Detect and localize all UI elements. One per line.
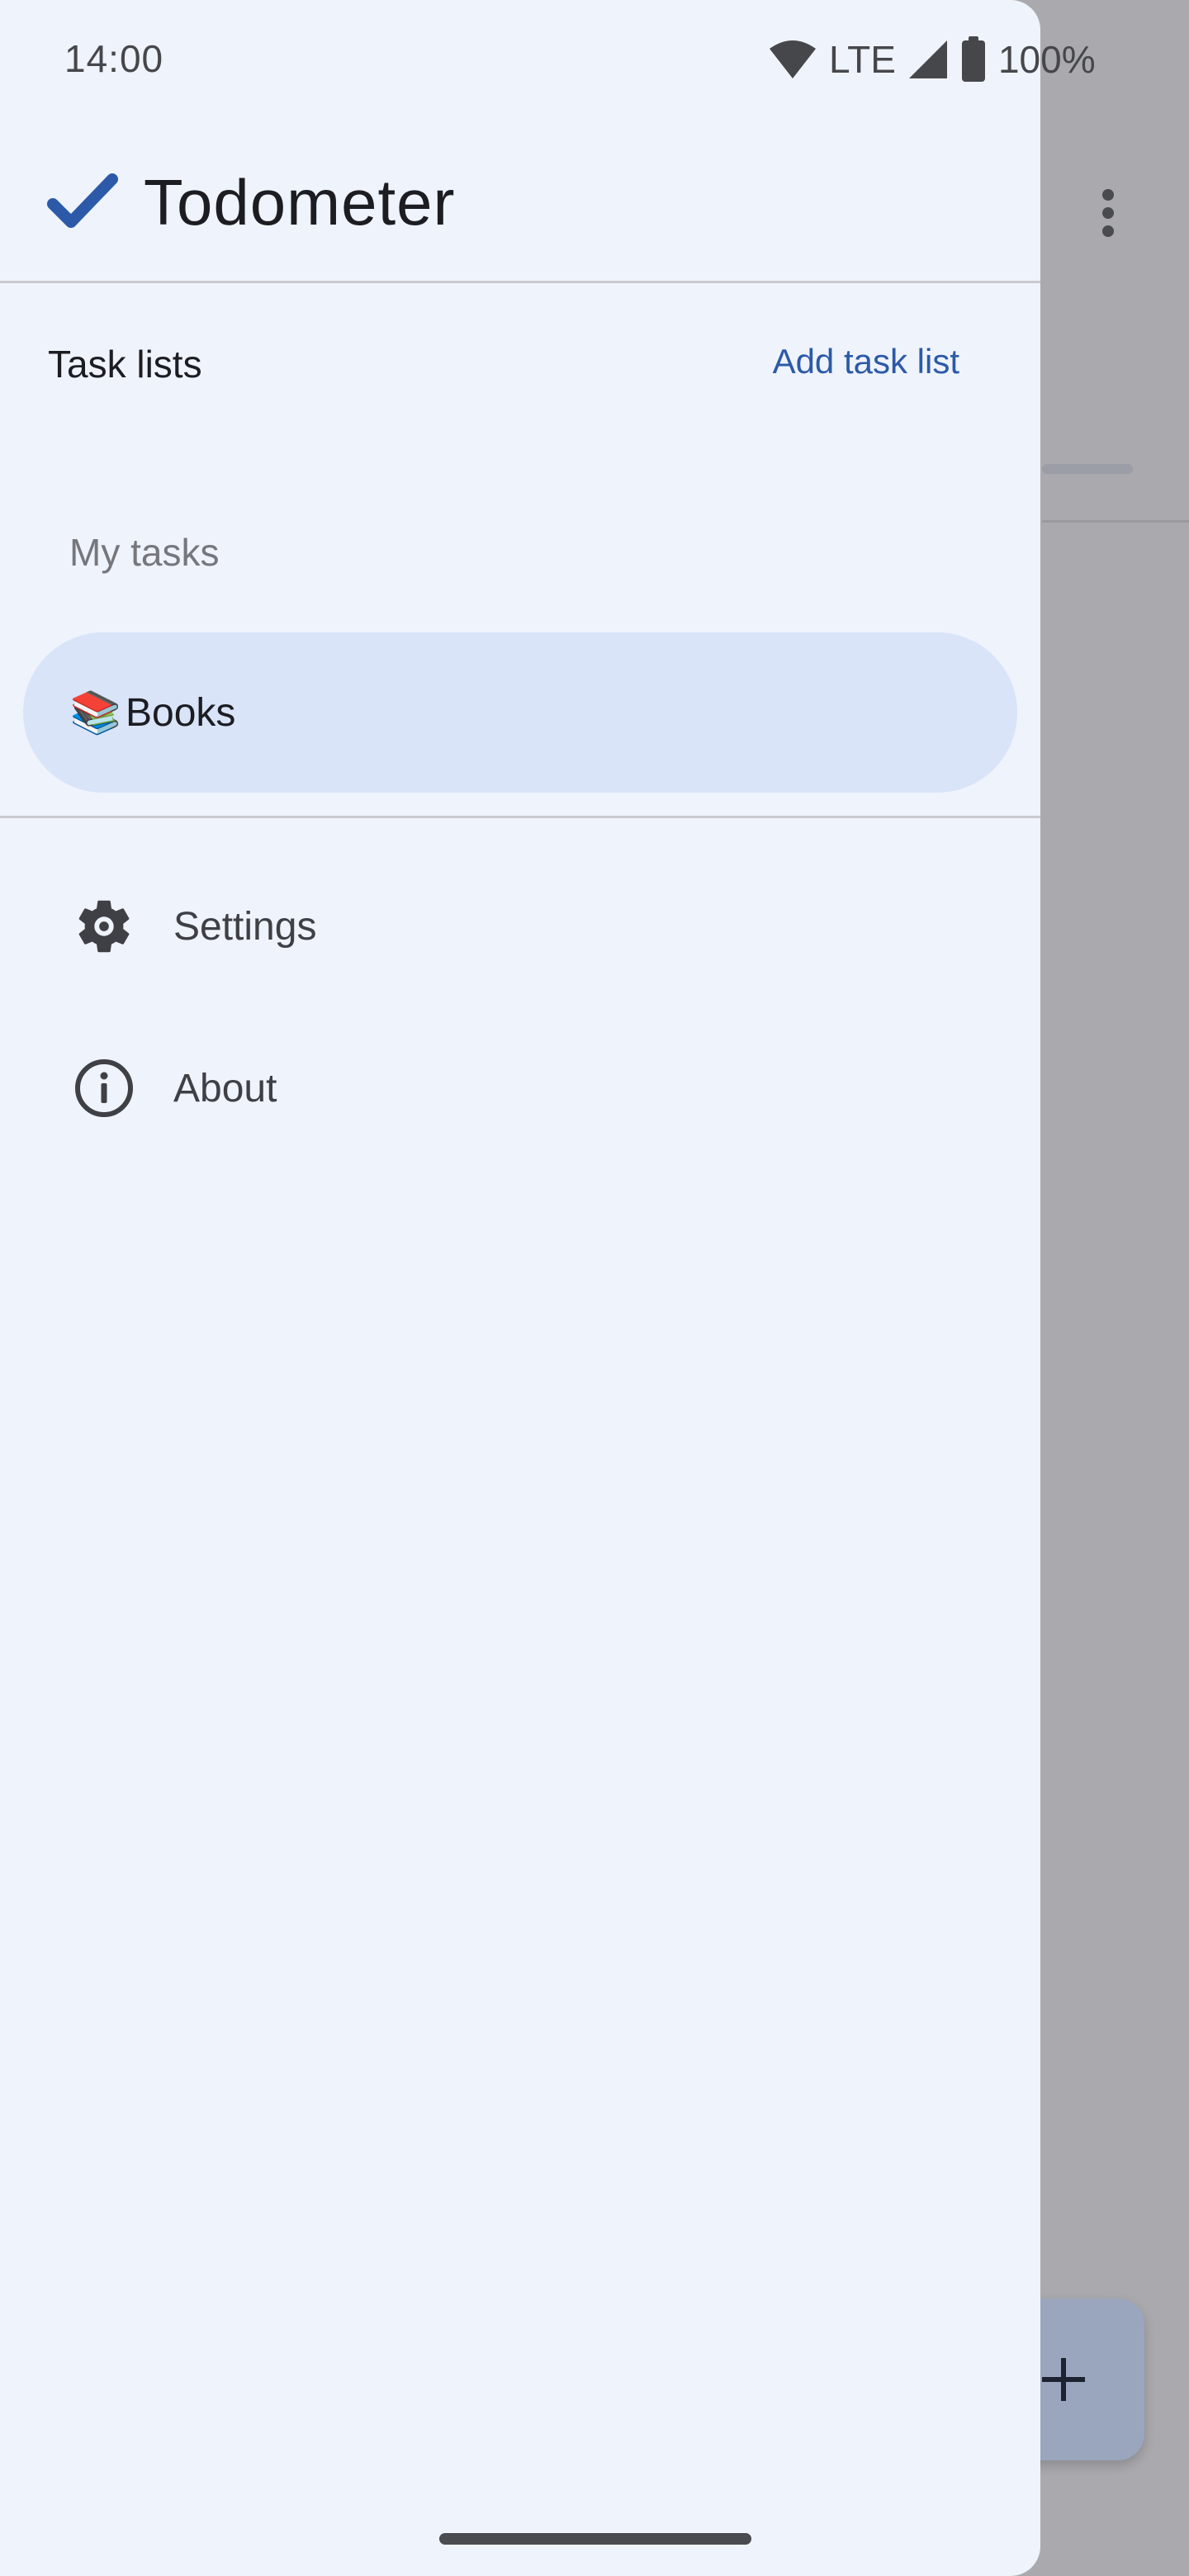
- my-tasks-item[interactable]: My tasks: [69, 530, 219, 575]
- checkmark-icon: [47, 173, 118, 228]
- plus-icon: [1042, 2358, 1085, 2401]
- home-indicator[interactable]: [439, 2533, 751, 2545]
- settings-label: Settings: [173, 904, 317, 949]
- add-task-list-button[interactable]: Add task list: [773, 342, 959, 381]
- background-divider: [1042, 520, 1189, 523]
- status-time: 14:00: [64, 37, 164, 80]
- battery-icon: [961, 36, 985, 82]
- drawer-header: Todometer: [46, 157, 456, 248]
- app-title: Todometer: [144, 165, 456, 239]
- more-vert-icon[interactable]: [1092, 187, 1125, 239]
- wifi-icon: [770, 40, 816, 78]
- header-divider: [0, 281, 1040, 283]
- task-lists-heading: Task lists: [48, 343, 202, 386]
- books-emoji-icon: 📚: [69, 689, 122, 736]
- about-label: About: [173, 1066, 277, 1110]
- signal-icon: [908, 40, 947, 78]
- settings-menu-item[interactable]: Settings: [69, 877, 978, 976]
- background-tab-indicator: [1042, 464, 1133, 474]
- status-icons: LTE 100%: [768, 33, 1096, 86]
- task-list-item-books[interactable]: 📚 Books: [23, 632, 1017, 793]
- battery-percent: 100%: [997, 38, 1096, 81]
- info-icon: [69, 1054, 139, 1123]
- gear-icon: [69, 892, 139, 961]
- screen: 14:00 LTE 100% Todometer Task lists Add …: [0, 0, 1189, 2576]
- task-list-label: Books: [126, 690, 236, 735]
- about-menu-item[interactable]: About: [69, 1039, 978, 1138]
- lists-divider: [0, 816, 1040, 818]
- network-type: LTE: [829, 38, 896, 81]
- navigation-drawer: 14:00 LTE 100% Todometer Task lists Add …: [0, 0, 1096, 2576]
